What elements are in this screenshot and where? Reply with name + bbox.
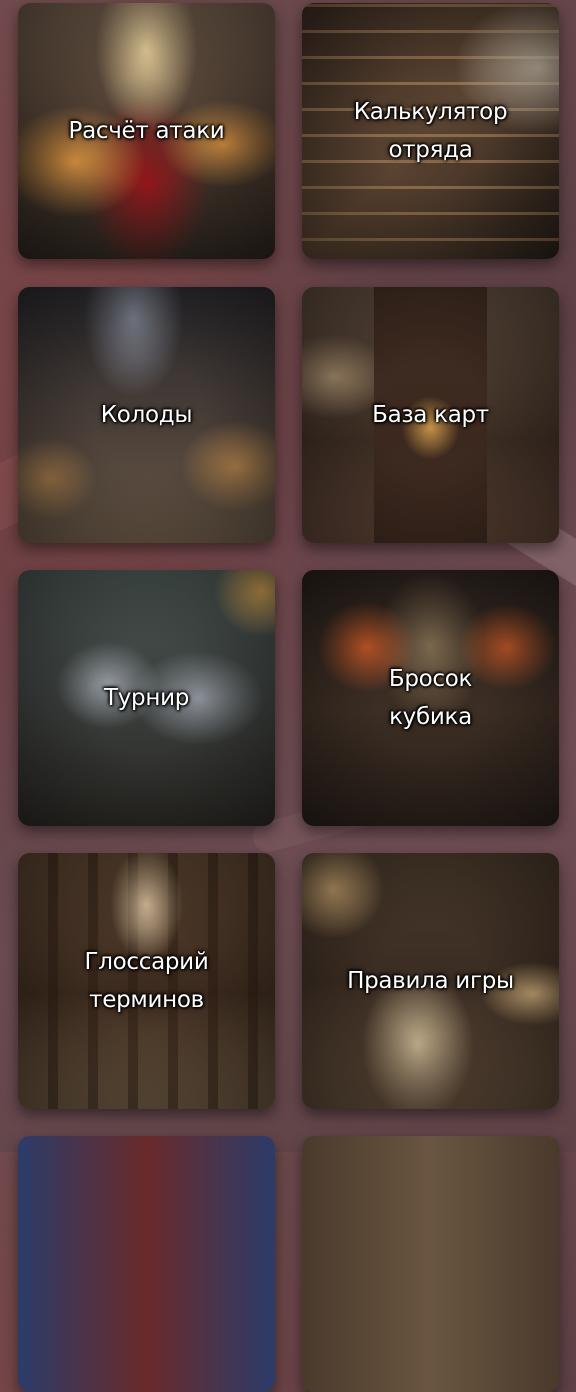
- tile-card-database[interactable]: База карт: [302, 287, 559, 543]
- tile-label: База карт: [372, 402, 489, 428]
- tile-partial[interactable]: [302, 1136, 559, 1392]
- tile-label: Правила игры: [347, 968, 514, 994]
- tile-glossary[interactable]: Глоссарий терминов: [18, 853, 275, 1109]
- tile-label: Турнир: [103, 685, 190, 711]
- tile-image: [302, 1136, 559, 1392]
- tile-label: Глоссарий терминов: [84, 949, 209, 1013]
- tile-attack-calculation[interactable]: Расчёт атаки: [18, 3, 275, 259]
- tile-partial[interactable]: [18, 1136, 275, 1392]
- tile-label: Калькулятор отряда: [353, 99, 508, 163]
- tile-dice-roll[interactable]: Бросок кубика: [302, 570, 559, 826]
- tile-tournament[interactable]: Турнир: [18, 570, 275, 826]
- tile-label: Колоды: [100, 402, 193, 428]
- tile-image: [18, 1136, 275, 1392]
- tile-label: Расчёт атаки: [68, 118, 225, 144]
- tile-squad-calculator[interactable]: Калькулятор отряда: [302, 3, 559, 259]
- tile-label: Бросок кубика: [388, 666, 473, 730]
- tile-decks[interactable]: Колоды: [18, 287, 275, 543]
- tile-game-rules[interactable]: Правила игры: [302, 853, 559, 1109]
- menu-grid: Расчёт атаки Калькулятор отряда Колоды Б…: [0, 0, 576, 1392]
